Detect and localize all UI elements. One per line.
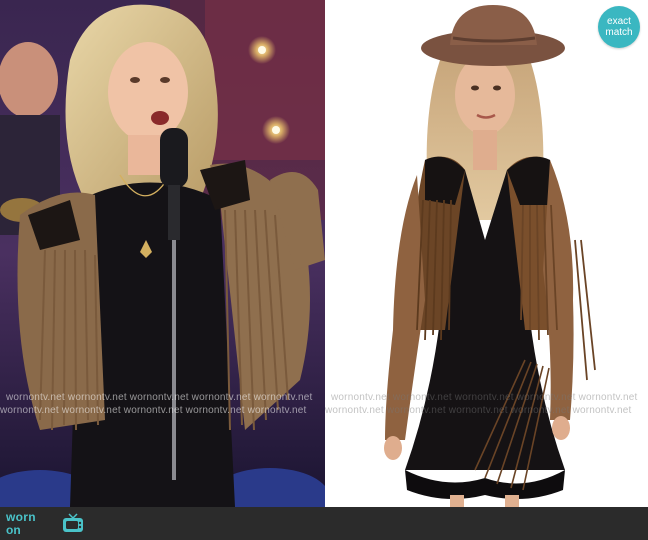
product-photo: wornontv.net wornontv.net wornontv.net w… bbox=[325, 0, 648, 507]
badge-line-2: match bbox=[605, 27, 633, 38]
watermark-text: wornontv.net wornontv.net wornontv.net w… bbox=[331, 392, 638, 403]
watermark-text: wornontv.net wornontv.net wornontv.net w… bbox=[6, 392, 313, 403]
badge-line-1: exact bbox=[607, 16, 631, 27]
footer-bar bbox=[0, 507, 648, 540]
tv-icon bbox=[63, 513, 83, 532]
watermark-text: wornontv.net wornontv.net wornontv.net w… bbox=[0, 405, 307, 416]
watermark-text: wornontv.net wornontv.net wornontv.net w… bbox=[325, 405, 632, 416]
logo-text-on: on bbox=[6, 523, 21, 537]
exact-match-badge[interactable]: exact match bbox=[598, 6, 640, 48]
tv-scene-photo: wornontv.net wornontv.net wornontv.net w… bbox=[0, 0, 325, 507]
logo-text-worn: worn bbox=[6, 510, 36, 524]
site-logo[interactable]: worn on bbox=[6, 510, 86, 538]
